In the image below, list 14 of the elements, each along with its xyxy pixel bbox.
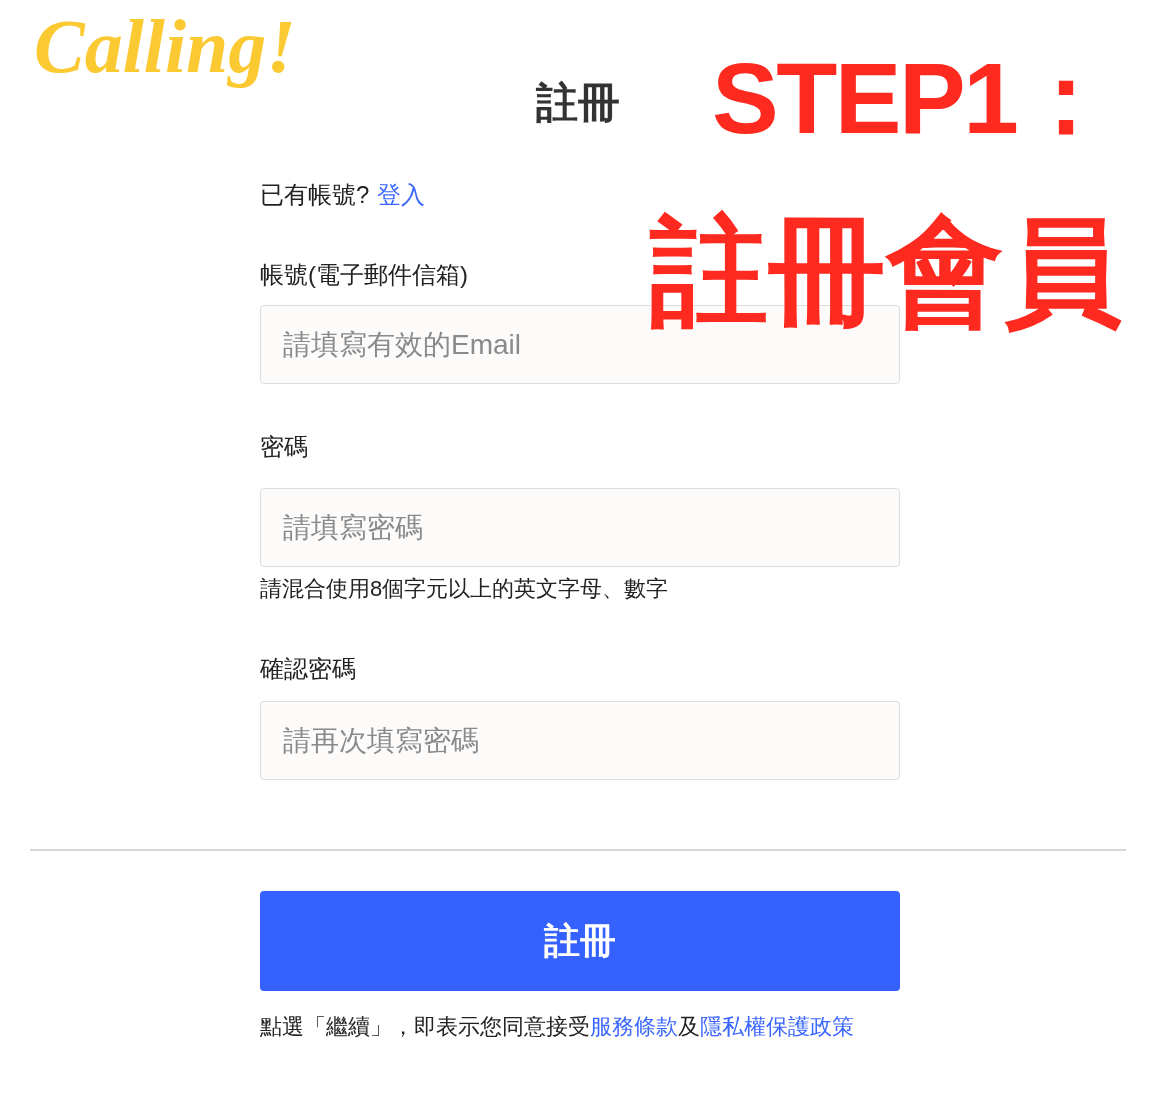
input-field[interactable]: 請再次填寫密碼 [260, 701, 900, 780]
field-label: 密碼 [260, 432, 309, 462]
input-field[interactable]: 請填寫密碼 [260, 488, 900, 567]
login-link[interactable]: 登入 [377, 179, 426, 211]
field-label: 確認密碼 [260, 654, 357, 684]
page-title: 註冊 [536, 78, 620, 128]
terms-text: 點選「繼續」，即表示您同意接受服務條款及隱私權保護政策 [260, 1013, 855, 1041]
field-hint: 請混合使用8個字元以上的英文字母、數字 [260, 575, 670, 603]
login-prompt: 已有帳號? [260, 180, 370, 210]
terms-link[interactable]: 服務條款 [590, 1014, 678, 1039]
field-label: 帳號(電子郵件信箱) [260, 260, 469, 290]
step-annotation: STEP1： [712, 48, 1114, 148]
privacy-link[interactable]: 隱私權保護政策 [700, 1014, 854, 1039]
register-button[interactable]: 註冊 [260, 891, 900, 991]
